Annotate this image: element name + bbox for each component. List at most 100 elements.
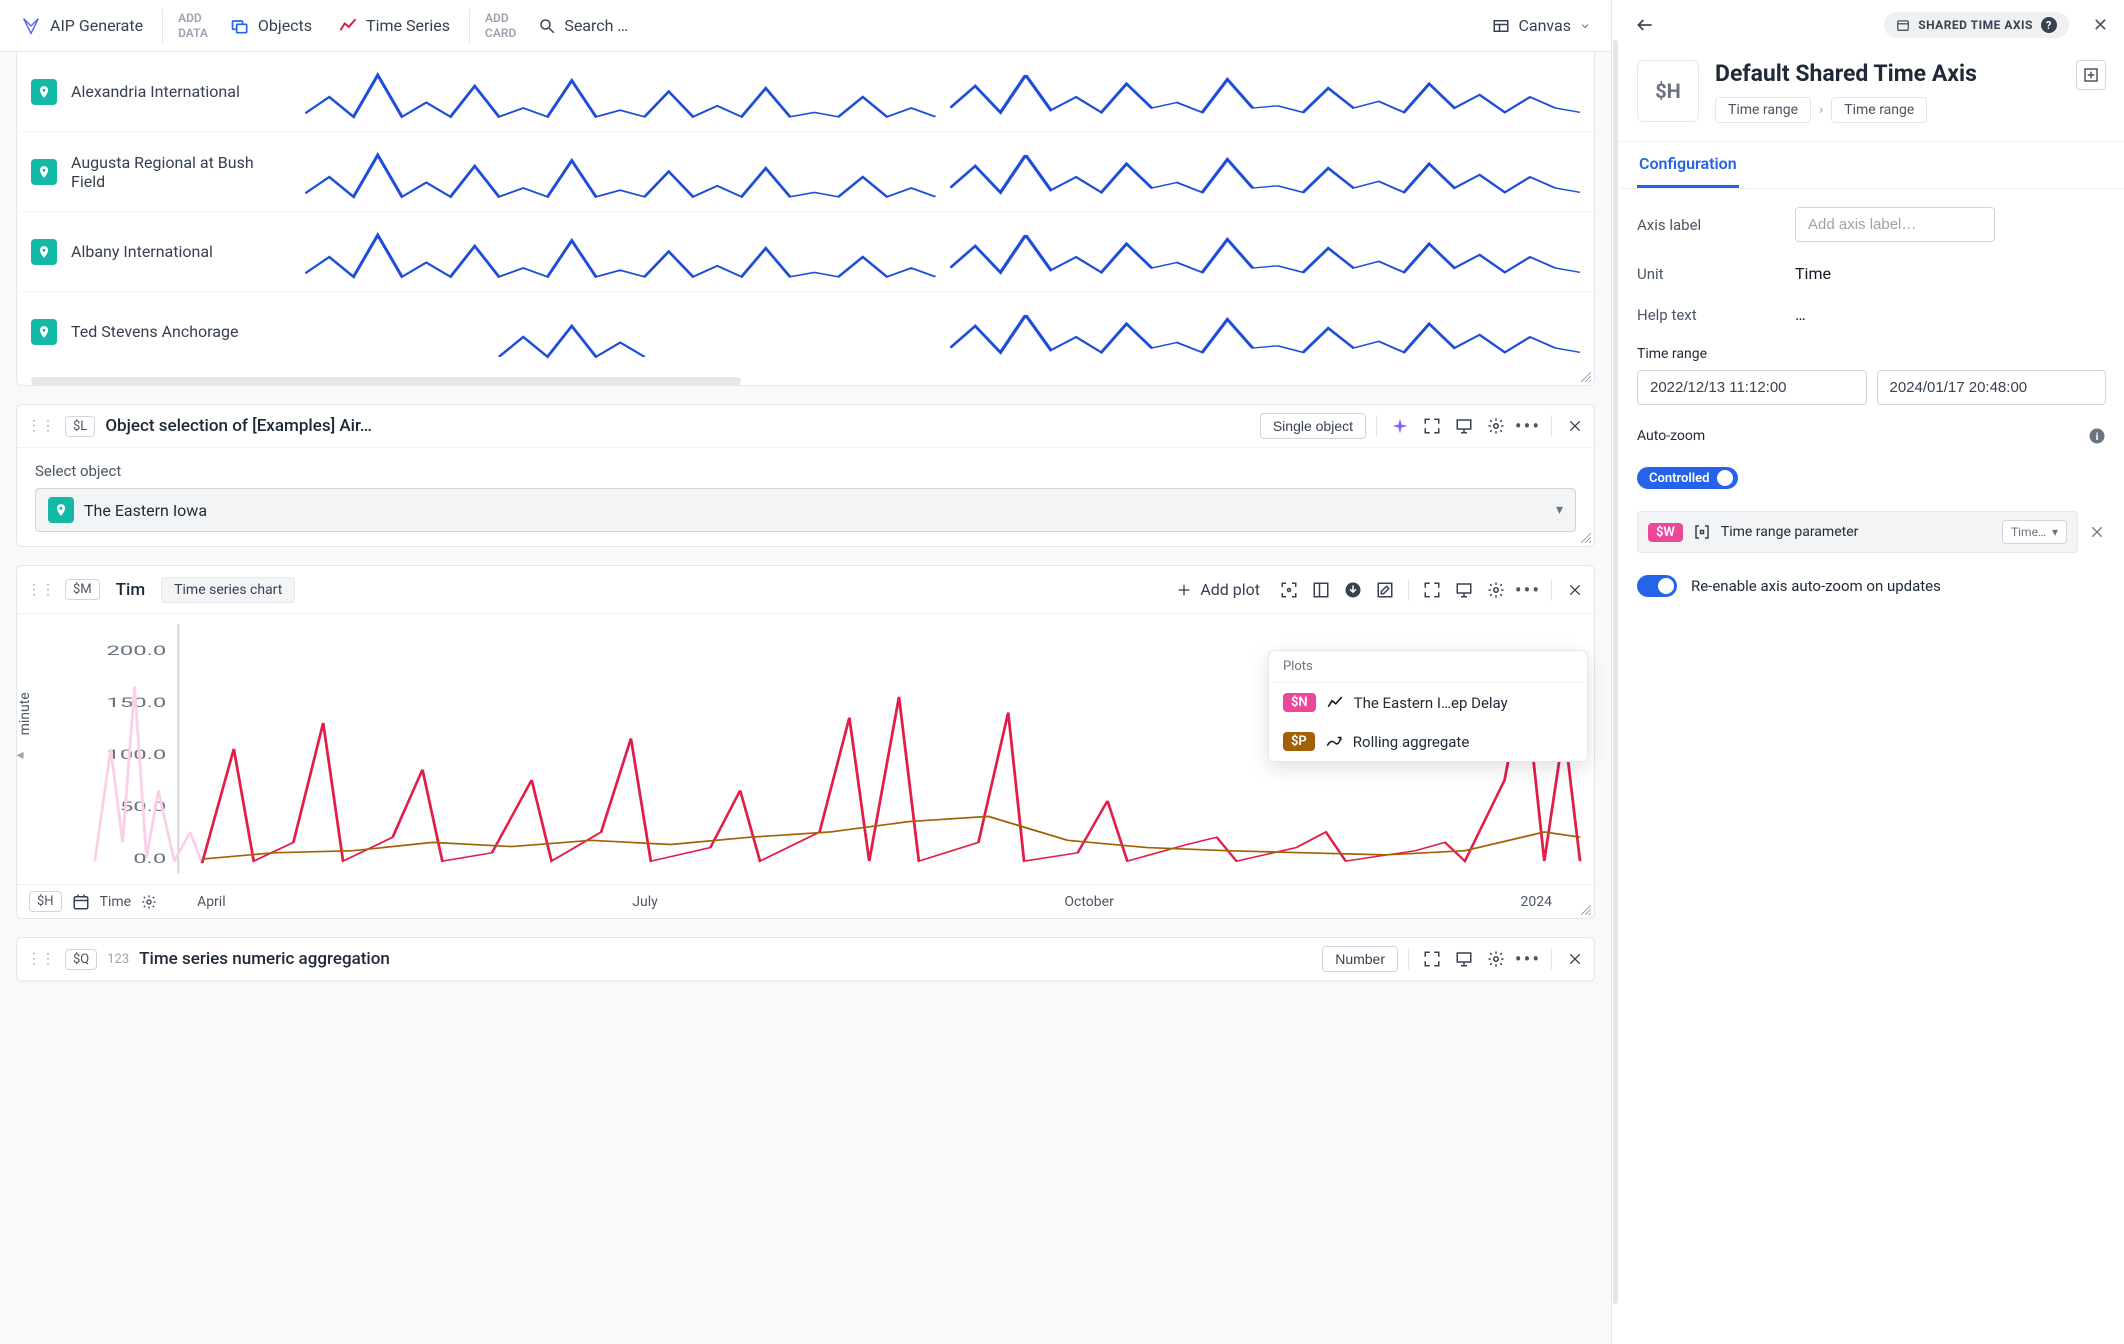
variable-box-H: $H	[1637, 60, 1699, 122]
auto-zoom-label: Auto-zoom	[1637, 428, 1705, 444]
more-icon[interactable]: •••	[1519, 581, 1537, 599]
airport-name: Albany International	[71, 242, 291, 261]
help-icon[interactable]: ?	[2041, 17, 2057, 33]
unit-value: Time	[1795, 264, 1831, 283]
x-tick: April	[197, 894, 226, 910]
expand-icon[interactable]	[1423, 950, 1441, 968]
present-icon[interactable]	[1455, 417, 1473, 435]
more-icon[interactable]: •••	[1519, 950, 1537, 968]
expand-icon[interactable]	[1423, 581, 1441, 599]
canvas-dropdown[interactable]: Canvas	[1482, 10, 1601, 41]
present-icon[interactable]	[1455, 950, 1473, 968]
help-text-value[interactable]: …	[1795, 305, 1806, 324]
airport-row[interactable]: Augusta Regional at Bush Field	[17, 132, 1594, 212]
gear-icon[interactable]	[141, 894, 157, 910]
close-icon[interactable]	[1566, 581, 1584, 599]
card-title: Tim	[110, 580, 152, 600]
sparkline	[305, 304, 936, 359]
present-icon[interactable]	[1455, 581, 1473, 599]
breadcrumb-item[interactable]: Time range	[1831, 97, 1927, 123]
variable-pill-L[interactable]: $L	[65, 416, 95, 437]
chart-time-axis: $H Time AprilJulyOctober2024	[17, 884, 1594, 918]
breadcrumb: Time range › Time range	[1715, 97, 1977, 123]
airport-row[interactable]: Albany International	[17, 212, 1594, 292]
x-tick: 2024	[1520, 894, 1551, 910]
add-card-button[interactable]: ADD CARD	[479, 7, 522, 44]
airport-row[interactable]: Ted Stevens Anchorage	[17, 292, 1594, 371]
drag-handle-icon[interactable]: ⋮⋮	[27, 951, 55, 967]
timeseries-icon	[338, 16, 358, 36]
remove-parameter-button[interactable]	[2088, 523, 2106, 541]
drag-handle-icon[interactable]: ⋮⋮	[27, 582, 55, 598]
axis-label-label: Axis label	[1637, 216, 1777, 234]
parameter-select[interactable]: Time… ▾	[2002, 520, 2067, 544]
chevron-right-icon: ›	[1819, 102, 1823, 118]
chart-plot-area[interactable]: minute 0.050.0100.0150.0200.0	[17, 614, 1594, 884]
gear-icon[interactable]	[1487, 417, 1505, 435]
pin-icon	[31, 239, 57, 265]
breadcrumb-item[interactable]: Time range	[1715, 97, 1811, 123]
add-data-button[interactable]: ADD DATA	[172, 7, 214, 44]
sparkline	[305, 64, 936, 119]
panel-resize-handle[interactable]	[1612, 0, 1619, 1344]
timeseries-chart-card: ⋮⋮ $M Tim Time series chart Add plot	[16, 565, 1595, 919]
number-pill[interactable]: Number	[1322, 946, 1398, 972]
plus-box-icon	[2083, 67, 2099, 83]
controlled-toggle[interactable]: Controlled	[1637, 467, 1738, 489]
sparkle-icon[interactable]	[1391, 417, 1409, 435]
unit-label: Unit	[1637, 265, 1777, 283]
layout-icon[interactable]	[1312, 581, 1330, 599]
close-icon[interactable]	[1566, 950, 1584, 968]
focus-icon[interactable]	[1280, 581, 1298, 599]
calendar-icon[interactable]	[72, 893, 90, 911]
objects-button[interactable]: Objects	[220, 10, 322, 42]
horizontal-scrollbar[interactable]	[31, 377, 741, 385]
timeseries-button[interactable]: Time Series	[328, 10, 460, 42]
gear-icon[interactable]	[1487, 581, 1505, 599]
objects-icon	[230, 16, 250, 36]
chart-type-pill[interactable]: Time series chart	[161, 577, 295, 603]
time-range-parameter-row[interactable]: $W Time range parameter Time… ▾	[1637, 511, 2078, 553]
info-icon[interactable]: i	[2088, 427, 2106, 445]
download-icon[interactable]	[1344, 581, 1362, 599]
resize-handle-icon[interactable]	[1581, 372, 1591, 382]
numeric-aggregation-card: ⋮⋮ $Q 123 Time series numeric aggregatio…	[16, 937, 1595, 982]
y-axis-label: minute	[17, 692, 33, 735]
time-range-end-input[interactable]	[1877, 370, 2107, 405]
close-panel-button[interactable]: ✕	[2093, 15, 2108, 36]
add-plot-button[interactable]: Add plot	[1166, 574, 1270, 605]
expand-icon[interactable]	[1423, 417, 1441, 435]
reenable-autozoom-toggle[interactable]	[1637, 575, 1677, 597]
single-object-pill[interactable]: Single object	[1260, 413, 1366, 439]
edit-icon[interactable]	[1376, 581, 1394, 599]
variable-pill-M[interactable]: $M	[65, 579, 100, 600]
plot-item-p[interactable]: $P Rolling aggregate	[1269, 722, 1587, 761]
plot-item-n[interactable]: $N The Eastern I…ep Delay	[1269, 683, 1587, 722]
search-icon	[538, 17, 556, 35]
more-icon[interactable]: •••	[1519, 417, 1537, 435]
close-icon[interactable]	[1566, 417, 1584, 435]
back-button[interactable]	[1635, 15, 1655, 35]
line-chart-icon	[1326, 694, 1344, 712]
variable-pill-N: $N	[1283, 693, 1316, 712]
canvas-icon	[1492, 17, 1510, 35]
search-button[interactable]: Search …	[528, 10, 638, 41]
variable-pill-Q[interactable]: $Q	[65, 949, 97, 970]
axis-label-input[interactable]	[1795, 207, 1995, 242]
object-select[interactable]: The Eastern Iowa ▾	[35, 488, 1576, 532]
gear-icon[interactable]	[1487, 950, 1505, 968]
selected-object-label: The Eastern Iowa	[84, 501, 207, 520]
variable-pill-H[interactable]: $H	[29, 891, 62, 912]
time-range-start-input[interactable]	[1637, 370, 1867, 405]
airport-row[interactable]: Alexandria International	[17, 52, 1594, 132]
tab-configuration[interactable]: Configuration	[1637, 142, 1739, 188]
help-text-label: Help text	[1637, 306, 1777, 324]
aip-logo-icon	[20, 15, 42, 37]
add-button[interactable]	[2076, 60, 2106, 90]
shared-time-axis-chip[interactable]: SHARED TIME AXIS ?	[1884, 12, 2069, 38]
drag-handle-icon[interactable]: ⋮⋮	[27, 418, 55, 434]
resize-handle-icon[interactable]	[1581, 533, 1591, 543]
resize-handle-icon[interactable]	[1581, 905, 1591, 915]
x-tick: July	[632, 894, 657, 910]
aip-generate-button[interactable]: AIP Generate	[10, 9, 153, 43]
